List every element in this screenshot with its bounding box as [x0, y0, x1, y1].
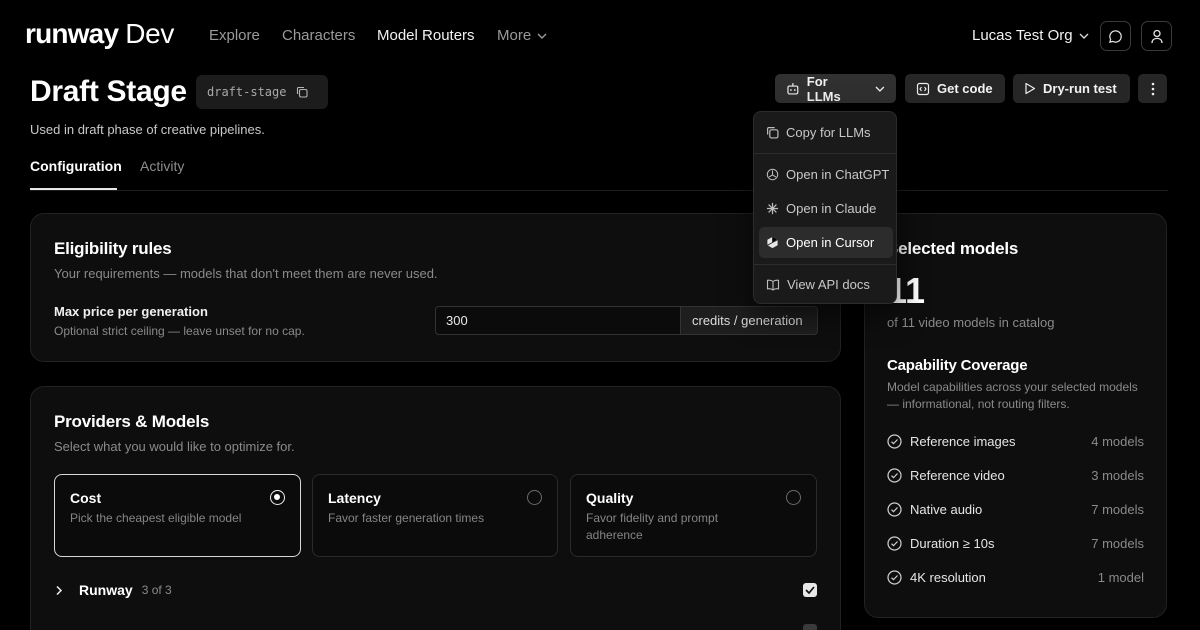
menu-item-open-in-claude[interactable]: Open in Claude [759, 193, 893, 224]
book-icon [766, 279, 780, 291]
radio-button[interactable] [527, 490, 542, 505]
page-description: Used in draft phase of creative pipeline… [30, 122, 265, 137]
catalog-text: of 11 video models in catalog [887, 315, 1055, 330]
tab-configuration[interactable]: Configuration [30, 158, 122, 174]
copy-icon[interactable] [296, 86, 309, 98]
max-price-input[interactable]: 300 [435, 306, 681, 335]
option-title: Cost [70, 490, 102, 506]
chat-button[interactable] [1100, 21, 1131, 51]
more-actions-button[interactable] [1138, 74, 1167, 103]
chevron-down-icon [537, 33, 547, 40]
user-icon [1150, 29, 1163, 43]
check-circle-icon [887, 502, 902, 517]
check-circle-icon [887, 536, 902, 551]
radio-button[interactable] [270, 490, 285, 505]
eligibility-rules-card: Eligibility rules Your requirements — mo… [30, 213, 841, 362]
max-price-label: Max price per generation [54, 304, 208, 319]
chevron-down-icon [875, 86, 885, 92]
option-description: Pick the cheapest eligible model [70, 511, 242, 525]
get-code-button[interactable]: Get code [905, 74, 1005, 103]
org-switcher[interactable]: Lucas Test Org [972, 27, 1089, 44]
menu-divider [754, 153, 896, 154]
chatgpt-icon [766, 168, 779, 181]
menu-divider [754, 264, 896, 265]
capability-row: Native audio 7 models [887, 501, 1144, 519]
claude-icon [766, 202, 779, 215]
chat-bubble-icon [1109, 29, 1122, 43]
check-circle-icon [887, 570, 902, 585]
nav-link-characters[interactable]: Characters [282, 27, 355, 44]
eligibility-subtitle: Your requirements — models that don't me… [54, 266, 438, 281]
nav-link-explore[interactable]: Explore [209, 27, 260, 44]
max-price-hint: Optional strict ceiling — leave unset fo… [54, 324, 305, 338]
optimize-option-cost[interactable]: Cost Pick the cheapest eligible model [54, 474, 301, 557]
for-llms-button[interactable]: For LLMs [775, 74, 896, 104]
optimize-option-quality[interactable]: Quality Favor fidelity and prompt adhere… [570, 474, 817, 557]
check-circle-icon [887, 434, 902, 449]
option-title: Latency [328, 490, 381, 506]
tabs-divider [30, 190, 1168, 191]
chevron-down-icon [1079, 33, 1089, 40]
menu-item-copy-for-llms[interactable]: Copy for LLMs [759, 117, 893, 148]
providers-title: Providers & Models [54, 412, 210, 431]
price-unit-label: credits / generation [681, 306, 818, 335]
option-description: Favor fidelity and prompt adherence [586, 511, 719, 542]
runway-logo[interactable]: runway Dev [25, 18, 174, 50]
capability-coverage-description: Model capabilities across your selected … [887, 380, 1138, 411]
menu-item-view-api-docs[interactable]: View API docs [759, 269, 893, 300]
eligibility-title: Eligibility rules [54, 239, 172, 258]
play-icon [1025, 82, 1036, 95]
providers-subtitle: Select what you would like to optimize f… [54, 439, 295, 454]
capability-row: Duration ≥ 10s 7 models [887, 535, 1144, 553]
check-icon [805, 586, 815, 594]
selected-models-title: Selected models [887, 239, 1019, 258]
router-slug: draft-stage [196, 75, 328, 109]
option-description: Favor faster generation times [328, 511, 485, 525]
cursor-icon [767, 236, 778, 249]
account-button[interactable] [1141, 21, 1172, 51]
menu-item-open-in-cursor[interactable]: Open in Cursor [759, 227, 893, 258]
page-title: Draft Stage [30, 75, 187, 108]
nav-link-model-routers[interactable]: Model Routers [377, 27, 475, 44]
capability-row: 4K resolution 1 model [887, 569, 1144, 587]
option-title: Quality [586, 490, 634, 506]
menu-item-open-in-chatgpt[interactable]: Open in ChatGPT [759, 159, 893, 190]
top-navigation: runway Dev Explore Characters Model Rout… [0, 0, 1200, 72]
provider-row-runway[interactable]: Runway 3 of 3 [55, 582, 172, 598]
check-circle-icon [887, 468, 902, 483]
nav-link-more[interactable]: More [497, 27, 547, 44]
radio-button[interactable] [786, 490, 801, 505]
tab-activity[interactable]: Activity [140, 158, 184, 174]
optimize-option-latency[interactable]: Latency Favor faster generation times [312, 474, 558, 557]
for-llms-dropdown-menu: Copy for LLMs Open in ChatGPT Open in Cl… [753, 111, 897, 304]
dry-run-test-button[interactable]: Dry-run test [1013, 74, 1130, 103]
capability-row: Reference video 3 models [887, 467, 1144, 485]
copy-icon [767, 127, 779, 139]
chevron-right-icon [56, 585, 63, 595]
provider-checkbox[interactable] [803, 583, 817, 597]
more-vertical-icon [1151, 82, 1154, 95]
capability-row: Reference images 4 models [887, 433, 1144, 451]
robot-icon [787, 83, 799, 95]
code-icon [916, 82, 930, 95]
capability-coverage-title: Capability Coverage [887, 357, 1028, 374]
provider-checkbox[interactable] [803, 624, 817, 630]
